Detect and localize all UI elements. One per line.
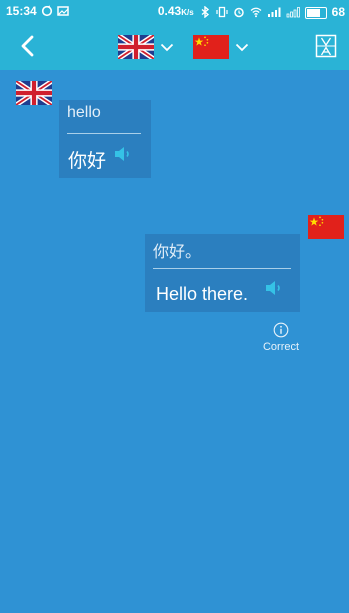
chevron-down-icon [235,43,249,51]
source-text: hello [67,104,101,121]
target-language-selector[interactable] [193,34,249,60]
info-icon [273,322,289,338]
uk-flag-icon [118,35,154,59]
speaker-icon[interactable] [265,280,283,296]
net-speed: 0.43K/s [157,4,194,18]
translate-icon[interactable] [315,34,337,58]
status-left: 15:34 [6,0,69,22]
signal-2-icon [286,7,300,18]
speaker-icon[interactable] [114,146,132,162]
correct-button[interactable]: Correct [256,322,306,353]
divider [67,133,141,134]
correct-label: Correct [262,341,300,353]
translated-text: Hello there. [156,284,249,304]
bluetooth-icon [201,6,209,18]
back-arrow-icon[interactable] [14,32,44,60]
message-bubble: 你好。 Hello there. [145,234,300,312]
uk-flag-icon [16,81,52,105]
battery-icon [304,6,327,19]
app-bar [0,22,349,70]
source-language-selector[interactable] [118,34,174,60]
app-screen: 15:34 0.43K/s 68 hello 你好 你好。 Hello ther… [0,0,349,613]
message-bubble: hello 你好 [59,100,151,178]
china-flag-icon [193,35,229,59]
divider [153,268,291,269]
chevron-down-icon [160,43,174,51]
translated-text: 你好 [68,151,107,172]
alarm-icon [233,7,244,18]
vibrate-icon [216,6,228,18]
china-flag-icon [308,215,344,239]
source-text: 你好。 [153,244,202,261]
battery-level: 68 [331,5,345,19]
status-bar: 15:34 0.43K/s 68 [0,0,349,22]
signal-icon [267,7,281,17]
message-icon [56,6,69,16]
sync-icon [41,5,52,17]
status-right: 0.43K/s 68 [158,0,345,24]
wifi-icon [250,7,262,18]
clock: 15:34 [6,4,37,18]
